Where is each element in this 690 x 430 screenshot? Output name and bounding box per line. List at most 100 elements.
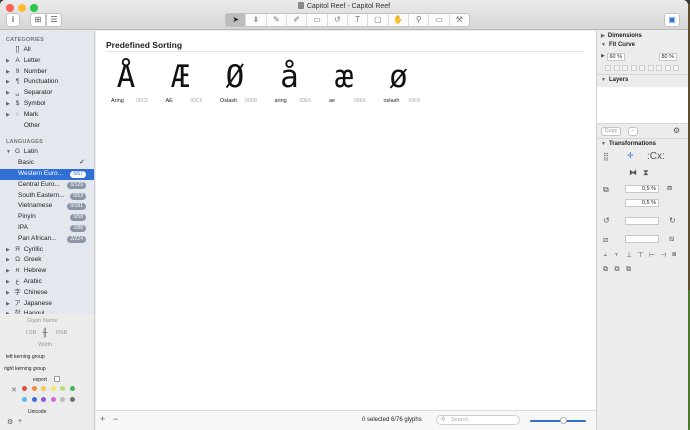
fit-curve-preset-button[interactable] (673, 65, 679, 71)
sidebar-item-latin-group[interactable]: Pan African... 2/224 (0, 234, 94, 245)
boolean-op-icon[interactable]: ⧉ (603, 266, 608, 274)
copy-button[interactable]: Copy (601, 127, 621, 136)
zoom-slider-knob[interactable] (560, 417, 567, 424)
disclosure-right-icon[interactable]: ▶ (6, 77, 13, 88)
boolean-op-icon[interactable]: ⧉ (615, 266, 620, 274)
color-swatch[interactable] (22, 397, 27, 402)
layers-list[interactable] (597, 87, 688, 123)
align-icon[interactable]: ⫟ (615, 251, 619, 259)
glyph-cell[interactable]: ø (379, 59, 419, 95)
color-swatch[interactable] (31, 397, 37, 402)
add-glyph-button[interactable]: + (100, 414, 105, 424)
fit-curve-preset-button[interactable] (613, 65, 620, 71)
panel-toggle-button[interactable]: ▣ (664, 13, 680, 27)
glyph-name-field[interactable]: Glyph Name (27, 318, 58, 324)
fit-curve-preset-button[interactable] (656, 65, 662, 71)
search-input[interactable]: ⚲ Search (436, 415, 520, 425)
fit-curve-section[interactable]: ▼ Fit Curve (601, 42, 635, 48)
sidebar-item-category[interactable]: ▶ 9 Number (0, 67, 94, 78)
sidebar-item-language[interactable]: ▶ 字 Chinese (0, 288, 94, 299)
glyph-cell[interactable]: Å (106, 59, 146, 95)
align-icon[interactable]: ⊢ (649, 251, 655, 259)
color-swatch[interactable] (50, 386, 56, 391)
layers-section[interactable]: ▼ Layers (601, 77, 628, 83)
disclosure-right-icon[interactable]: ▶ (6, 277, 13, 288)
add-button[interactable]: + (18, 418, 22, 425)
disclosure-right-icon[interactable]: ▶ (6, 99, 13, 110)
zoom-tool[interactable]: ⚲ (409, 14, 430, 26)
fit-curve-preset-button[interactable] (639, 65, 645, 71)
origin-icon[interactable]: ✛ (627, 151, 634, 160)
scale-y-field[interactable]: 0,5 % (625, 199, 659, 207)
transformations-section[interactable]: ▼ Transformations (601, 141, 656, 147)
rectangle-tool[interactable]: ▭ (307, 14, 328, 26)
sidebar-item-latin-group[interactable]: IPA 2/88 (0, 223, 94, 234)
glyph-cell[interactable]: å (270, 59, 310, 95)
disclosure-right-icon[interactable]: ▶ (6, 255, 13, 266)
sidebar-item-language[interactable]: ▶ Ω Greek (0, 255, 94, 266)
fit-curve-preset-button[interactable] (622, 65, 628, 71)
disclosure-right-icon[interactable]: ▶ (6, 88, 13, 99)
disclosure-right-icon[interactable]: ▶ (6, 288, 13, 299)
sidebar-item-latin-group[interactable]: South Eastern... 0/53 (0, 191, 94, 202)
align-icon[interactable]: ⧈ (672, 251, 676, 259)
sidebar-item-language[interactable]: ▶ Я Cyrillic (0, 245, 94, 256)
sidebar-item-category[interactable]: ▶ $ Symbol (0, 99, 94, 110)
disclosure-right-icon[interactable]: ▶ (6, 56, 13, 67)
sidebar-item-latin-group[interactable]: Central Euro... 0/129 (0, 180, 94, 191)
select-tool[interactable]: ➤ (226, 14, 247, 26)
sidebar-item-category[interactable]: ▶ A Letter (0, 56, 94, 67)
pen-tool[interactable]: ✐ (287, 14, 308, 26)
scale-icon[interactable]: ⧉ (603, 185, 609, 195)
color-swatch[interactable] (50, 397, 56, 402)
disclosure-right-icon[interactable]: ▶ (6, 245, 13, 256)
sidebar-item-latin-group[interactable]: Basic ✓ (0, 158, 94, 169)
fit-curve-preset-button[interactable] (664, 65, 671, 71)
align-icon[interactable]: ⫠ (603, 251, 607, 259)
sidebar-item-category[interactable]: ⣿ All (0, 45, 94, 56)
color-swatch[interactable] (69, 397, 75, 402)
anchor-tool[interactable]: ⇟ (246, 14, 267, 26)
left-kerning-group-field[interactable]: left kerning group (6, 354, 45, 360)
sidebar-item-category[interactable]: ▶ ␣ Separator (0, 88, 94, 99)
primitives-tool[interactable]: ⚒ (450, 14, 469, 26)
sidebar-item-language[interactable]: ▶ ع Arabic (0, 277, 94, 288)
sidebar-item-category[interactable]: ▶ ◌ Mark (0, 110, 94, 121)
color-swatch[interactable] (22, 386, 27, 391)
align-grid-icon[interactable]: ⣿ (603, 152, 609, 161)
color-swatch[interactable] (41, 397, 46, 402)
sidebar-item-latin-group[interactable]: Pinyin 0/58 (0, 212, 94, 223)
slant-field[interactable] (625, 235, 659, 243)
info-button[interactable]: i (6, 13, 20, 27)
sidebar-item-language[interactable]: ▶ ア Japanese (0, 299, 94, 310)
disclosure-right-icon[interactable]: ▶ (6, 110, 13, 121)
sidebar-item-latin[interactable]: ▼ G Latin (0, 147, 94, 158)
boolean-op-icon[interactable]: ⧉ (626, 266, 631, 274)
disclosure-down-icon[interactable]: ▼ (6, 147, 13, 158)
slant-left-icon[interactable]: ⧄ (603, 235, 608, 245)
glyph-cell[interactable]: Æ (161, 59, 201, 95)
center-x-icon[interactable]: :Cx: (647, 151, 665, 162)
fit-curve-max-field[interactable]: 80 % (659, 53, 677, 61)
color-swatch[interactable] (60, 397, 65, 402)
sidebar-item-category[interactable]: Other (0, 121, 94, 132)
fit-curve-preset-button[interactable] (647, 65, 654, 71)
right-kerning-group-field[interactable]: right kerning group (4, 366, 46, 372)
remove-layer-button[interactable]: − (628, 127, 638, 136)
sidebar-item-latin-group[interactable]: Western Euro... 6/67 (0, 168, 94, 180)
slant-right-icon[interactable]: ⧅ (669, 234, 674, 244)
flip-vertical-icon[interactable]: ⧗ (643, 168, 649, 178)
color-swatch[interactable] (60, 386, 65, 391)
disclosure-right-icon[interactable]: ▶ (6, 67, 13, 78)
color-swatch[interactable] (41, 386, 46, 391)
remove-glyph-button[interactable]: − (113, 414, 118, 424)
text-tool[interactable]: T (348, 14, 369, 26)
fit-play-icon[interactable]: ▶ (601, 53, 605, 59)
sidebar-item-language[interactable]: ▶ א Hebrew (0, 266, 94, 277)
dimensions-section[interactable]: ▶ Dimensions (601, 33, 642, 39)
hand-tool[interactable]: ✋ (389, 14, 409, 26)
flip-horizontal-icon[interactable]: ⧓ (629, 168, 637, 177)
disclosure-right-icon[interactable]: ▶ (6, 266, 13, 277)
rotate-tool[interactable]: ↺ (328, 14, 348, 26)
scale-up-icon[interactable]: ⧈ (667, 183, 672, 193)
